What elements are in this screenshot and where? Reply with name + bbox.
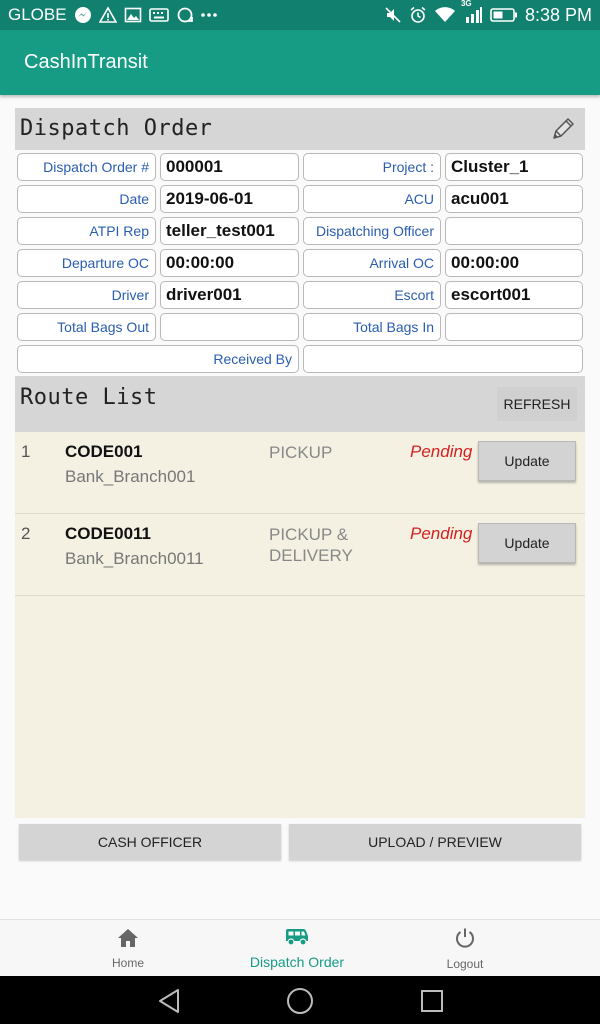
route-type: PICKUP & DELIVERY	[269, 525, 353, 562]
nav-label-logout: Logout	[446, 956, 484, 971]
route-code: CODE001	[65, 442, 143, 461]
back-icon[interactable]	[154, 986, 184, 1016]
app-title: CashInTransit	[24, 51, 148, 73]
received-by-label: Received By	[17, 345, 299, 373]
dispatch-order-number-label: Dispatch Order #	[17, 153, 156, 181]
escort-label: Escort	[303, 281, 441, 309]
dispatch-order-number-field[interactable]: 000001	[160, 153, 299, 181]
route-status: Pending	[410, 442, 473, 461]
dispatch-order-form: Dispatch Order # 000001 Project : Cluste…	[15, 150, 585, 376]
acu-field[interactable]: acu001	[445, 185, 583, 213]
total-bags-in-label: Total Bags In	[303, 313, 441, 341]
dispatch-order-title: Dispatch Order	[20, 116, 213, 141]
bottom-navigation: Home Dispatch Order Logout	[0, 919, 600, 976]
date-field[interactable]: 2019-06-01	[160, 185, 299, 213]
home-icon	[117, 928, 139, 953]
status-bar: GLOBE 3G 8:38 PM	[0, 0, 600, 30]
app-bar: CashInTransit	[0, 30, 600, 95]
date-label: Date	[17, 185, 156, 213]
project-label: Project :	[303, 153, 441, 181]
more-dots-icon	[200, 12, 217, 18]
upload-preview-button[interactable]: UPLOAD / PREVIEW	[289, 824, 581, 860]
refresh-button[interactable]: REFRESH	[497, 387, 577, 421]
update-button[interactable]: Update	[478, 523, 576, 563]
cash-officer-button[interactable]: CASH OFFICER	[19, 824, 281, 860]
nav-label-dispatch-order: Dispatch Order	[249, 953, 345, 970]
battery-icon	[490, 7, 518, 23]
content-panel: Dispatch Order Dispatch Order # 000001 P…	[15, 108, 585, 818]
route-branch: Bank_Branch0011	[65, 549, 204, 568]
received-by-field[interactable]	[303, 345, 583, 373]
system-navigation-bar	[0, 976, 600, 1024]
nav-item-home[interactable]: Home	[53, 920, 203, 977]
route-branch: Bank_Branch001	[65, 467, 196, 486]
route-row[interactable]: 2 CODE0011 Bank_Branch0011 PICKUP & DELI…	[15, 514, 585, 596]
total-bags-out-field[interactable]	[160, 313, 299, 341]
sync-icon	[176, 6, 194, 24]
route-index: 2	[21, 524, 31, 543]
nav-label-home: Home	[111, 955, 144, 970]
messenger-icon	[74, 6, 92, 24]
dispatch-order-header: Dispatch Order	[15, 108, 585, 150]
alarm-icon	[409, 6, 427, 24]
atpi-rep-label: ATPI Rep	[17, 217, 156, 245]
route-code: CODE0011	[65, 524, 151, 543]
acu-label: ACU	[303, 185, 441, 213]
nav-item-logout[interactable]: Logout	[390, 920, 540, 977]
signal-icon: 3G	[461, 0, 483, 24]
route-row[interactable]: 1 CODE001 Bank_Branch001 PICKUP Pending …	[15, 432, 585, 514]
route-list-header: Route List REFRESH	[15, 376, 585, 432]
route-list-title: Route List	[20, 385, 158, 410]
van-icon	[284, 928, 310, 951]
mute-icon	[384, 6, 402, 24]
atpi-rep-field[interactable]: teller_test001	[160, 217, 299, 245]
driver-field[interactable]: driver001	[160, 281, 299, 309]
status-time: 8:38 PM	[524, 4, 592, 25]
arrival-oc-field[interactable]: 00:00:00	[445, 249, 583, 277]
driver-label: Driver	[17, 281, 156, 309]
total-bags-in-field[interactable]	[445, 313, 583, 341]
gallery-icon	[124, 6, 142, 24]
wifi-icon	[434, 6, 456, 24]
departure-oc-field[interactable]: 00:00:00	[160, 249, 299, 277]
update-button[interactable]: Update	[478, 441, 576, 481]
carrier-name: GLOBE	[8, 5, 67, 24]
network-type: 3G	[460, 0, 472, 8]
warning-icon	[98, 6, 117, 24]
escort-field[interactable]: escort001	[445, 281, 583, 309]
power-icon	[454, 927, 476, 954]
dispatching-officer-field[interactable]	[445, 217, 583, 245]
route-status: Pending	[410, 524, 473, 543]
total-bags-out-label: Total Bags Out	[17, 313, 156, 341]
keyboard-icon	[148, 7, 169, 23]
edit-pencil-icon[interactable]	[549, 115, 577, 143]
arrival-oc-label: Arrival OC	[303, 249, 441, 277]
project-field[interactable]: Cluster_1	[445, 153, 583, 181]
nav-item-dispatch-order[interactable]: Dispatch Order	[222, 920, 372, 977]
route-index: 1	[21, 442, 31, 461]
route-type: PICKUP	[269, 443, 333, 462]
departure-oc-label: Departure OC	[17, 249, 156, 277]
dispatching-officer-label: Dispatching Officer	[303, 217, 441, 245]
recents-square-icon[interactable]	[417, 986, 447, 1016]
home-circle-icon[interactable]	[285, 986, 315, 1016]
